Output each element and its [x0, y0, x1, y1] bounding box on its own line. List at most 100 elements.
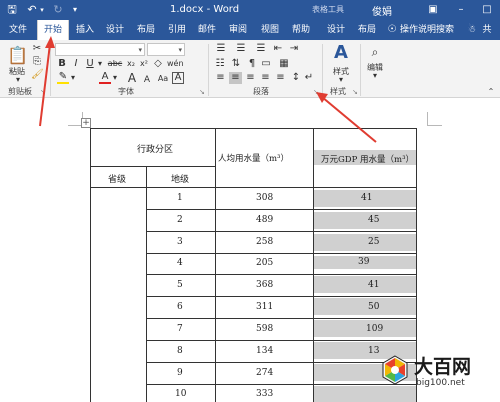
cell-id: 3 [177, 237, 183, 247]
group-divider [50, 44, 51, 96]
grow-font-button[interactable]: A [125, 72, 139, 84]
table-border [146, 274, 417, 275]
cell-gdp: 41 [361, 193, 373, 203]
share-icon[interactable]: ☃ [466, 20, 478, 40]
undo-dropdown-icon[interactable]: ▾ [38, 3, 46, 17]
table-move-handle[interactable]: + [81, 118, 91, 128]
minimize-icon[interactable]: – [454, 2, 468, 18]
shaded-cell [314, 234, 416, 251]
cell-per-capita: 368 [256, 280, 274, 290]
header-province: 省级 [108, 175, 127, 185]
superscript-button[interactable]: x² [138, 58, 150, 70]
save-icon[interactable]: 🖫 [6, 3, 18, 17]
line-spacing-icon[interactable]: ↕ [290, 72, 302, 84]
distributed-icon[interactable]: ≡ [274, 72, 287, 84]
strikethrough-button[interactable]: abc [106, 58, 124, 70]
font-launcher-icon[interactable]: ↘ [199, 88, 205, 96]
cell-per-capita: 598 [256, 324, 274, 334]
sort-icon[interactable]: ⇅ [230, 58, 242, 70]
cell-per-capita: 134 [256, 346, 274, 356]
cell-gdp: 109 [366, 324, 384, 334]
cell-per-capita: 205 [256, 258, 274, 268]
tab-references[interactable]: 引用 [164, 20, 190, 40]
tab-table-design[interactable]: 设计 [323, 20, 349, 40]
paste-dropdown-icon[interactable]: ▾ [8, 74, 28, 86]
ribbon-display-icon[interactable]: ▣ [426, 2, 440, 18]
tab-design[interactable]: 设计 [102, 20, 128, 40]
font-size-combo[interactable]: ▾ [147, 43, 185, 56]
clear-formatting-button[interactable]: A [172, 72, 184, 84]
customize-qat-icon[interactable]: ▾ [70, 3, 80, 17]
subscript-button[interactable]: x₂ [125, 58, 137, 70]
copy-icon[interactable]: ⎘ [31, 56, 43, 68]
paragraph-group-label: 段落 [253, 87, 269, 96]
header-prefecture: 地级 [171, 175, 190, 185]
show-marks-icon[interactable]: ¶ [246, 58, 258, 70]
tab-table-layout[interactable]: 布局 [354, 20, 380, 40]
table-border [90, 166, 215, 167]
shading-icon[interactable]: ▭ [260, 58, 272, 70]
search-icon[interactable]: ⌕ [366, 46, 384, 58]
styles-icon[interactable]: A [330, 42, 352, 64]
align-center-icon[interactable]: ≡ [229, 72, 242, 84]
tab-mailings[interactable]: 邮件 [194, 20, 220, 40]
cell-gdp: 25 [368, 237, 380, 247]
user-name[interactable]: 俊娟 [372, 3, 392, 18]
tab-home[interactable]: 开始 [37, 20, 69, 40]
lightbulb-icon: ☉ [387, 24, 397, 35]
tab-view[interactable]: 视图 [257, 20, 283, 40]
tab-insert[interactable]: 插入 [72, 20, 98, 40]
chevron-down-icon[interactable]: ▾ [368, 70, 382, 82]
increase-indent-icon[interactable]: ⇥ [288, 43, 300, 55]
paste-icon[interactable]: 📋 [7, 46, 28, 66]
chinese-layout-icon[interactable]: ☷ [214, 58, 226, 70]
page-margin-mark [427, 112, 428, 126]
ribbon-tabs: 文件 开始 插入 设计 布局 引用 邮件 审阅 视图 帮助 设计 布局 ☉ 操作… [0, 20, 500, 40]
header-region: 行政分区 [137, 145, 174, 155]
tab-file[interactable]: 文件 [4, 20, 32, 40]
table-border [90, 187, 417, 188]
cell-id: 4 [177, 258, 183, 268]
tab-review[interactable]: 审阅 [225, 20, 251, 40]
restore-icon[interactable]: □ [480, 2, 494, 18]
cut-icon[interactable]: ✂ [31, 43, 43, 55]
tab-layout[interactable]: 布局 [133, 20, 159, 40]
change-case-button[interactable]: Aa [156, 73, 170, 85]
clipboard-launcher-icon[interactable]: ↘ [40, 88, 46, 96]
bold-button[interactable]: B [57, 58, 67, 70]
justify-icon[interactable]: ≡ [259, 72, 272, 84]
chevron-down-icon[interactable]: ▾ [334, 74, 348, 86]
paragraph-launcher-icon[interactable]: ↘ [313, 88, 319, 96]
numbering-icon[interactable]: ☰ [234, 43, 248, 55]
chevron-down-icon[interactable]: ▾ [111, 72, 119, 84]
tab-help[interactable]: 帮助 [288, 20, 314, 40]
font-color-button[interactable]: A [99, 72, 111, 84]
multilevel-list-icon[interactable]: ☰ [254, 43, 268, 55]
undo-icon[interactable]: ↶ [26, 3, 38, 17]
redo-icon[interactable]: ↻ [52, 3, 64, 17]
format-painter-icon[interactable]: 🖌 [31, 69, 44, 81]
share-button[interactable]: 共 [480, 20, 494, 40]
text-effects-icon[interactable]: ◇ [152, 58, 164, 70]
decrease-indent-icon[interactable]: ⇤ [272, 43, 284, 55]
bullets-icon[interactable]: ☰ [214, 43, 228, 55]
borders-icon[interactable]: ▦ [278, 58, 290, 70]
header-per-capita: 人均用水量（m³） [218, 154, 289, 164]
shrink-font-button[interactable]: A [141, 74, 153, 86]
tell-me-search[interactable]: 操作说明搜索 [400, 20, 462, 40]
chevron-down-icon: ▾ [138, 46, 142, 54]
align-right-icon[interactable]: ≡ [244, 72, 257, 84]
styles-launcher-icon[interactable]: ↘ [352, 88, 358, 96]
phonetic-guide-button[interactable]: wén [167, 58, 184, 70]
chevron-down-icon: ▾ [178, 46, 182, 54]
highlight-color-icon[interactable]: ✎ [57, 72, 69, 84]
align-left-icon[interactable]: ≡ [214, 72, 227, 84]
italic-button[interactable]: I [71, 58, 81, 70]
page-margin-mark [428, 125, 442, 126]
chevron-down-icon[interactable]: ▾ [69, 72, 77, 84]
underline-button[interactable]: U [85, 58, 95, 70]
font-name-combo[interactable]: ▾ [55, 43, 145, 56]
text-direction-icon[interactable]: ↵ [303, 72, 315, 84]
chevron-down-icon[interactable]: ▾ [96, 58, 104, 70]
collapse-ribbon-icon[interactable]: ⌃ [486, 86, 496, 98]
